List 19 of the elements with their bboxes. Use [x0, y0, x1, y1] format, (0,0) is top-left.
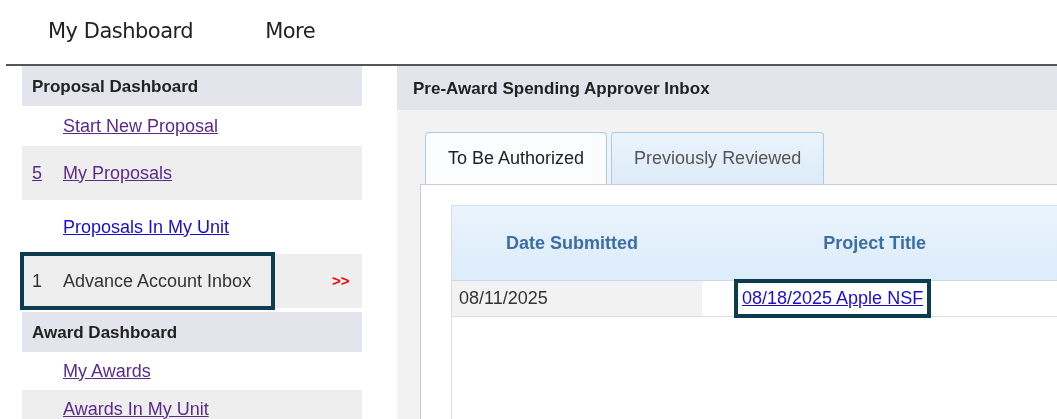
current-marker: >>	[332, 270, 350, 291]
sidebar-link[interactable]: Start New Proposal	[63, 112, 219, 140]
tab[interactable]: To Be Authorized	[425, 132, 608, 184]
sidebar-link[interactable]: My Proposals	[63, 159, 173, 187]
sidebar-link[interactable]: Proposals In My Unit	[63, 213, 230, 241]
column-header: Date Submitted	[505, 231, 640, 255]
project-link[interactable]: 08/18/2025 Apple NSF	[736, 281, 930, 316]
sidebar-item[interactable]: Advance Account Inbox	[63, 267, 252, 295]
count-link[interactable]: 5	[32, 162, 42, 183]
tab[interactable]: Previously Reviewed	[611, 132, 825, 184]
nav-link[interactable]: My Dashboard	[48, 16, 194, 48]
sidebar-link[interactable]: My Awards	[63, 357, 151, 385]
section-header: Proposal Dashboard	[22, 66, 362, 106]
count-text: 1	[32, 270, 42, 291]
column-header: Project Title	[822, 231, 927, 255]
section-header: Award Dashboard	[22, 312, 362, 352]
nav-link[interactable]: More	[265, 16, 316, 48]
table-cell: 08/11/2025	[452, 281, 702, 316]
panel-title: Pre-Award Spending Approver Inbox	[397, 66, 1057, 110]
